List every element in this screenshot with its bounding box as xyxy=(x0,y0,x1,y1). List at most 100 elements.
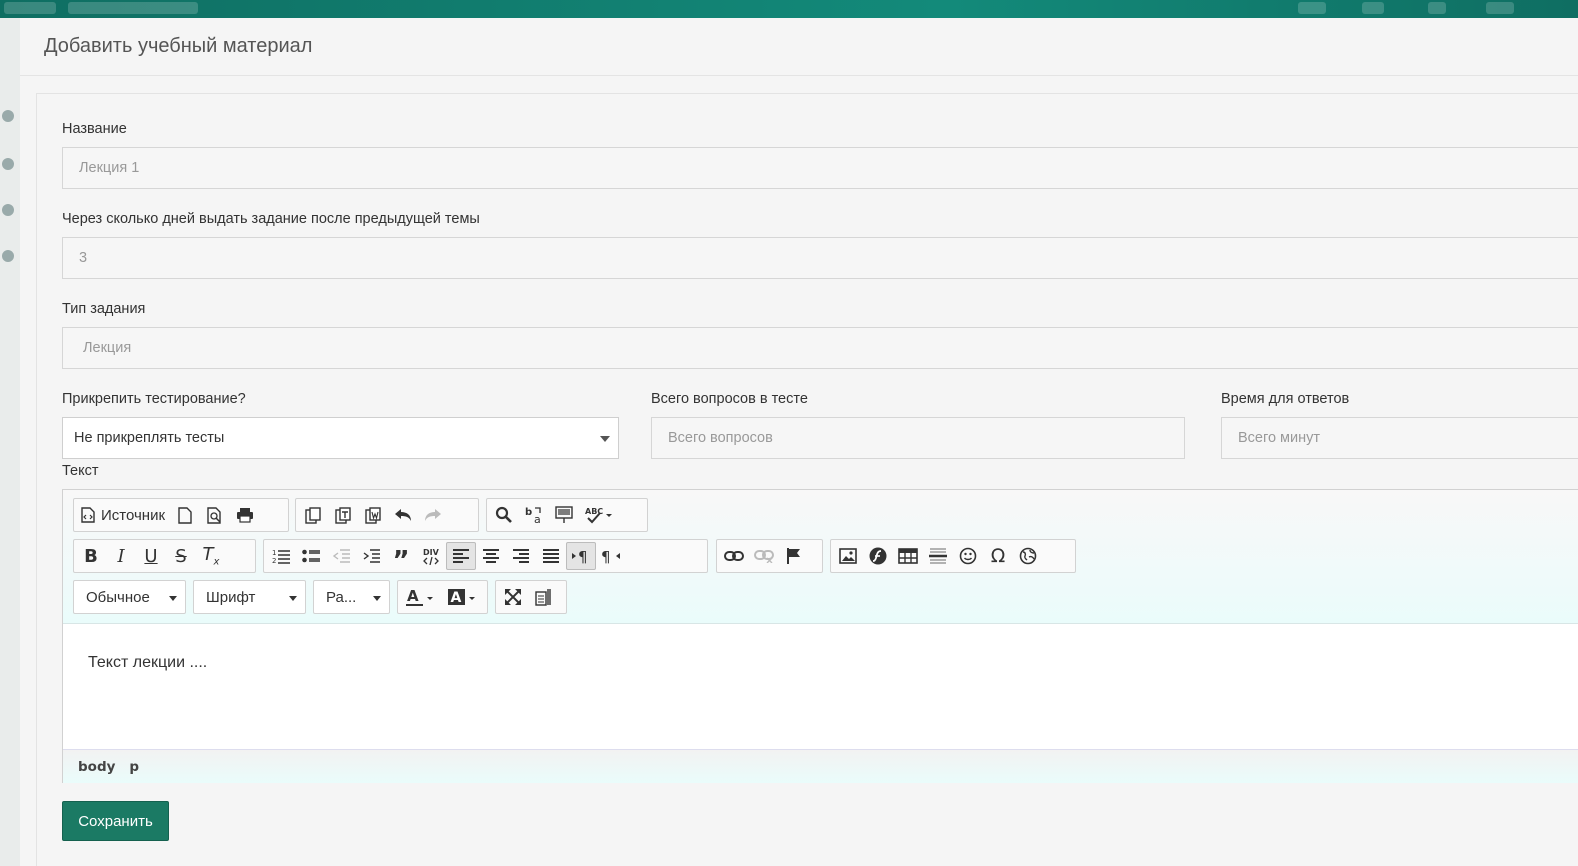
redo-icon xyxy=(425,509,441,521)
undo-button[interactable] xyxy=(388,501,418,529)
align-center-button[interactable] xyxy=(476,542,506,570)
strike-button[interactable]: S xyxy=(166,542,196,570)
select-all-button[interactable] xyxy=(549,501,579,529)
italic-button[interactable]: I xyxy=(106,542,136,570)
bulleted-list-icon xyxy=(302,549,320,563)
paste-button[interactable] xyxy=(298,501,328,529)
paste-text-button[interactable] xyxy=(328,501,358,529)
font-size-combo[interactable]: Ра... xyxy=(313,580,390,614)
table-button[interactable] xyxy=(893,542,923,570)
justify-button[interactable] xyxy=(536,542,566,570)
editor-paragraph: Текст лекции .... xyxy=(88,654,208,671)
image-button[interactable] xyxy=(833,542,863,570)
smiley-icon xyxy=(959,547,977,565)
svg-text:1: 1 xyxy=(272,549,276,557)
total-questions-input[interactable]: Всего вопросов xyxy=(651,417,1185,459)
svg-text:b: b xyxy=(525,507,532,518)
format-combo[interactable]: Обычное xyxy=(73,580,186,614)
toolbar-group-tools xyxy=(495,580,567,614)
text-color-icon: A xyxy=(406,587,433,606)
background-icon xyxy=(2,204,14,216)
iframe-button[interactable] xyxy=(1013,542,1043,570)
name-input[interactable]: Лекция 1 xyxy=(62,147,1578,189)
toolbar-group-basic-styles: B I U S Tx xyxy=(73,539,256,573)
ltr-direction-button[interactable]: ¶ xyxy=(566,542,596,570)
toolbar-group-document: Источник xyxy=(73,498,289,532)
show-blocks-icon xyxy=(535,589,551,606)
create-div-button[interactable]: DIV xyxy=(416,542,446,570)
numbered-list-button[interactable]: 12 xyxy=(266,542,296,570)
app-logo-blurred xyxy=(4,2,56,14)
chevron-down-icon xyxy=(169,596,177,601)
quote-icon: ” xyxy=(392,546,410,576)
horizontal-rule-button[interactable] xyxy=(923,542,953,570)
image-icon xyxy=(839,548,857,564)
background-color-button[interactable]: A xyxy=(442,583,484,611)
numbered-list-icon: 12 xyxy=(272,549,290,564)
path-item-body[interactable]: body xyxy=(78,759,115,775)
maximize-button[interactable] xyxy=(498,583,528,611)
remove-format-button[interactable]: Tx xyxy=(196,542,226,570)
bulleted-list-button[interactable] xyxy=(296,542,326,570)
background-icon xyxy=(2,250,14,262)
attach-test-label: Прикрепить тестирование? xyxy=(62,391,246,407)
spellcheck-button[interactable]: ABC xyxy=(579,501,619,529)
align-justify-icon xyxy=(543,549,559,563)
underline-icon: U xyxy=(144,545,158,567)
chevron-down-icon xyxy=(373,596,381,601)
text-direction-ltr-icon: ¶ xyxy=(572,548,588,564)
font-combo[interactable]: Шрифт xyxy=(193,580,306,614)
select-all-icon xyxy=(555,506,573,523)
source-button[interactable]: Источник xyxy=(76,501,170,529)
source-label: Источник xyxy=(101,506,166,524)
search-icon xyxy=(495,506,512,523)
replace-button[interactable]: ba xyxy=(519,501,549,529)
days-input[interactable]: 3 xyxy=(62,237,1578,279)
preview-icon xyxy=(207,506,221,524)
answer-time-input[interactable]: Всего минут xyxy=(1221,417,1578,459)
add-material-modal: Добавить учебный материал Название Лекци… xyxy=(20,18,1578,866)
save-button[interactable]: Сохранить xyxy=(62,801,169,841)
new-page-button[interactable] xyxy=(170,501,200,529)
spellcheck-icon: ABC xyxy=(585,507,612,524)
app-top-bar xyxy=(0,0,1578,18)
editor-toolbar: Источник b a ABC B I U S Tx 1 2 ” DIV ¶ … xyxy=(63,490,1578,624)
form-panel: Название Лекция 1 Через сколько дней выд… xyxy=(36,93,1578,866)
text-color-button[interactable]: A xyxy=(400,583,442,611)
paste-word-button[interactable] xyxy=(358,501,388,529)
outdent-icon xyxy=(332,549,350,563)
align-right-button[interactable] xyxy=(506,542,536,570)
remove-format-icon: Tx xyxy=(202,544,220,568)
modal-header: Добавить учебный материал xyxy=(20,18,1578,76)
path-item-p[interactable]: p xyxy=(129,759,139,775)
svg-text:2: 2 xyxy=(272,557,276,564)
redo-button[interactable] xyxy=(418,501,448,529)
show-blocks-button[interactable] xyxy=(528,583,558,611)
editor-content-area[interactable]: Текст лекции .... xyxy=(63,624,1578,750)
link-button[interactable] xyxy=(719,542,749,570)
indent-button[interactable] xyxy=(356,542,386,570)
special-char-button[interactable]: Ω xyxy=(983,542,1013,570)
total-questions-label: Всего вопросов в тесте xyxy=(651,391,808,407)
outdent-button[interactable] xyxy=(326,542,356,570)
anchor-button[interactable] xyxy=(779,542,809,570)
unlink-button[interactable] xyxy=(749,542,779,570)
preview-button[interactable] xyxy=(200,501,230,529)
rtl-direction-button[interactable]: ¶ xyxy=(596,542,626,570)
find-button[interactable] xyxy=(489,501,519,529)
underline-button[interactable]: U xyxy=(136,542,166,570)
blockquote-button[interactable]: ” xyxy=(386,542,416,576)
type-input[interactable]: Лекция xyxy=(62,327,1578,369)
align-left-icon xyxy=(453,549,469,563)
unlink-icon xyxy=(754,550,774,563)
flash-button[interactable] xyxy=(863,542,893,570)
bold-button[interactable]: B xyxy=(76,542,106,570)
align-left-button[interactable] xyxy=(446,542,476,570)
attach-test-select[interactable]: Не прикреплять тесты xyxy=(62,417,619,459)
smiley-button[interactable] xyxy=(953,542,983,570)
print-button[interactable] xyxy=(230,501,260,529)
new-page-icon xyxy=(178,506,192,524)
answer-time-label: Время для ответов xyxy=(1221,391,1350,407)
background-color-icon: A xyxy=(448,589,475,606)
editor-element-path: body p xyxy=(63,749,1578,783)
